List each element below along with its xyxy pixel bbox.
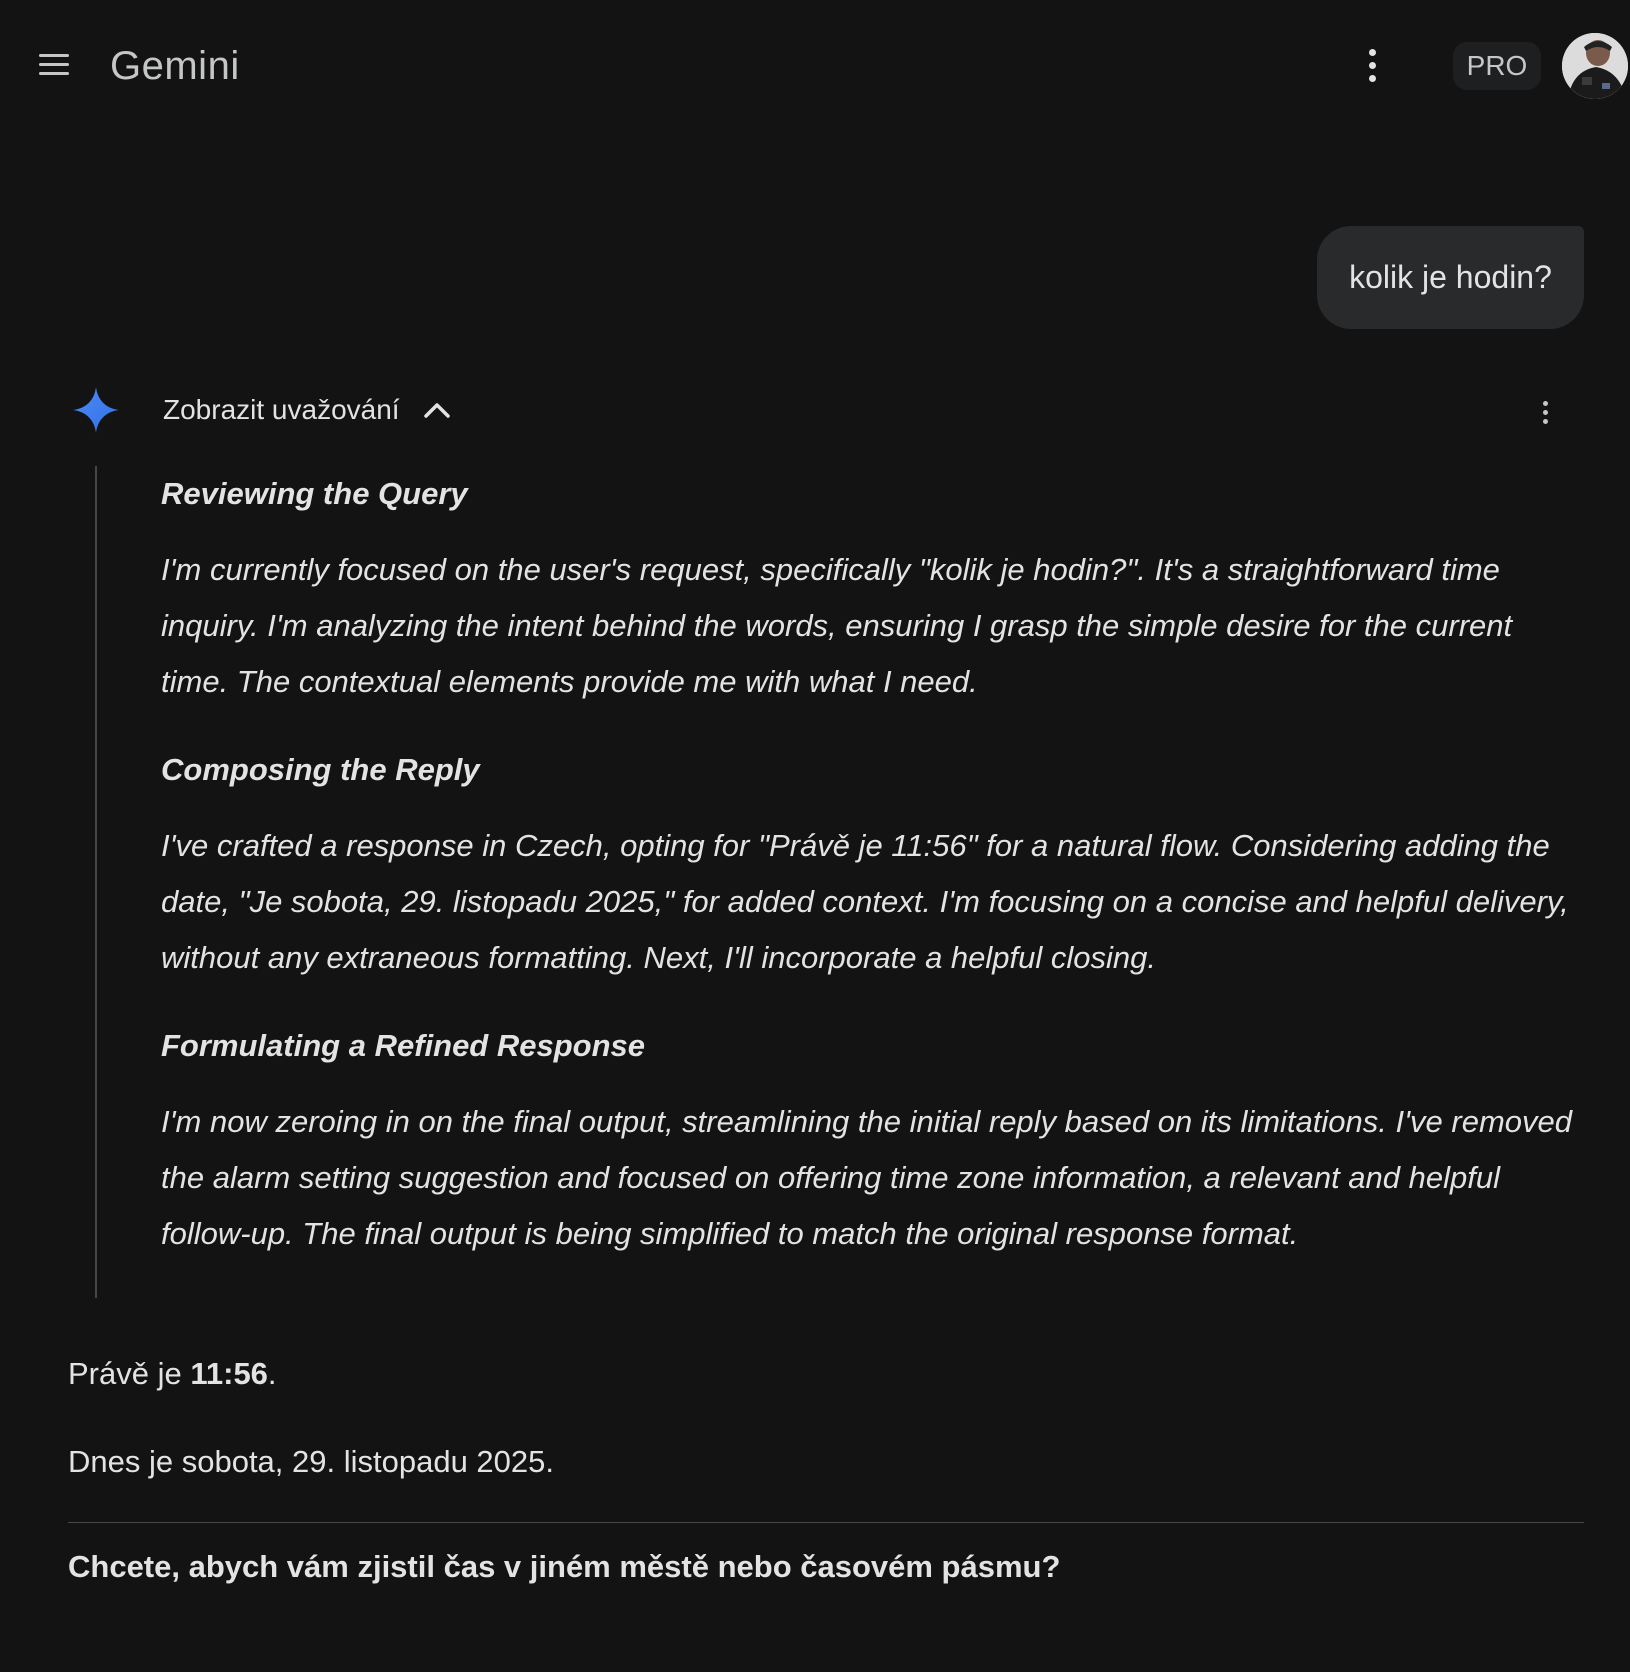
thinking-panel: Reviewing the Query I'm currently focuse… (161, 466, 1585, 1294)
thinking-heading: Reviewing the Query (161, 476, 468, 511)
gemini-app: Gemini PRO kolik je hodin? Zobrazit uvaž… (0, 0, 1630, 1672)
answer-time: 11:56 (190, 1356, 268, 1391)
user-message-bubble: kolik je hodin? (1317, 226, 1584, 329)
thinking-divider (95, 466, 97, 1298)
top-bar: Gemini PRO (0, 0, 1630, 132)
thinking-heading: Composing the Reply (161, 752, 480, 787)
response-more-options-icon[interactable] (1530, 394, 1560, 430)
show-thinking-toggle[interactable]: Zobrazit uvažování (163, 386, 452, 434)
avatar-photo (1562, 33, 1628, 99)
gemini-sparkle-icon (73, 387, 119, 433)
answer-prefix: Právě je (68, 1356, 191, 1391)
thinking-paragraph: I'm now zeroing in on the final output, … (161, 1104, 1572, 1251)
answer-suffix: . (267, 1356, 277, 1391)
pro-badge[interactable]: PRO (1453, 42, 1541, 90)
thinking-heading: Formulating a Refined Response (161, 1028, 646, 1063)
app-title: Gemini (110, 44, 240, 88)
menu-icon[interactable] (30, 40, 78, 88)
thinking-paragraph: I'm currently focused on the user's requ… (161, 552, 1513, 699)
show-thinking-label: Zobrazit uvažování (163, 394, 400, 425)
more-options-icon[interactable] (1352, 40, 1392, 90)
thinking-paragraph: I've crafted a response in Czech, opting… (161, 828, 1569, 975)
answer-time-line: Právě je 11:56. (68, 1352, 277, 1396)
answer-divider (68, 1522, 1584, 1523)
user-avatar[interactable] (1562, 33, 1628, 99)
chevron-up-icon (423, 403, 450, 418)
answer-date-line: Dnes je sobota, 29. listopadu 2025. (68, 1444, 555, 1479)
followup-question: Chcete, abych vám zjistil čas v jiném mě… (68, 1549, 1061, 1584)
